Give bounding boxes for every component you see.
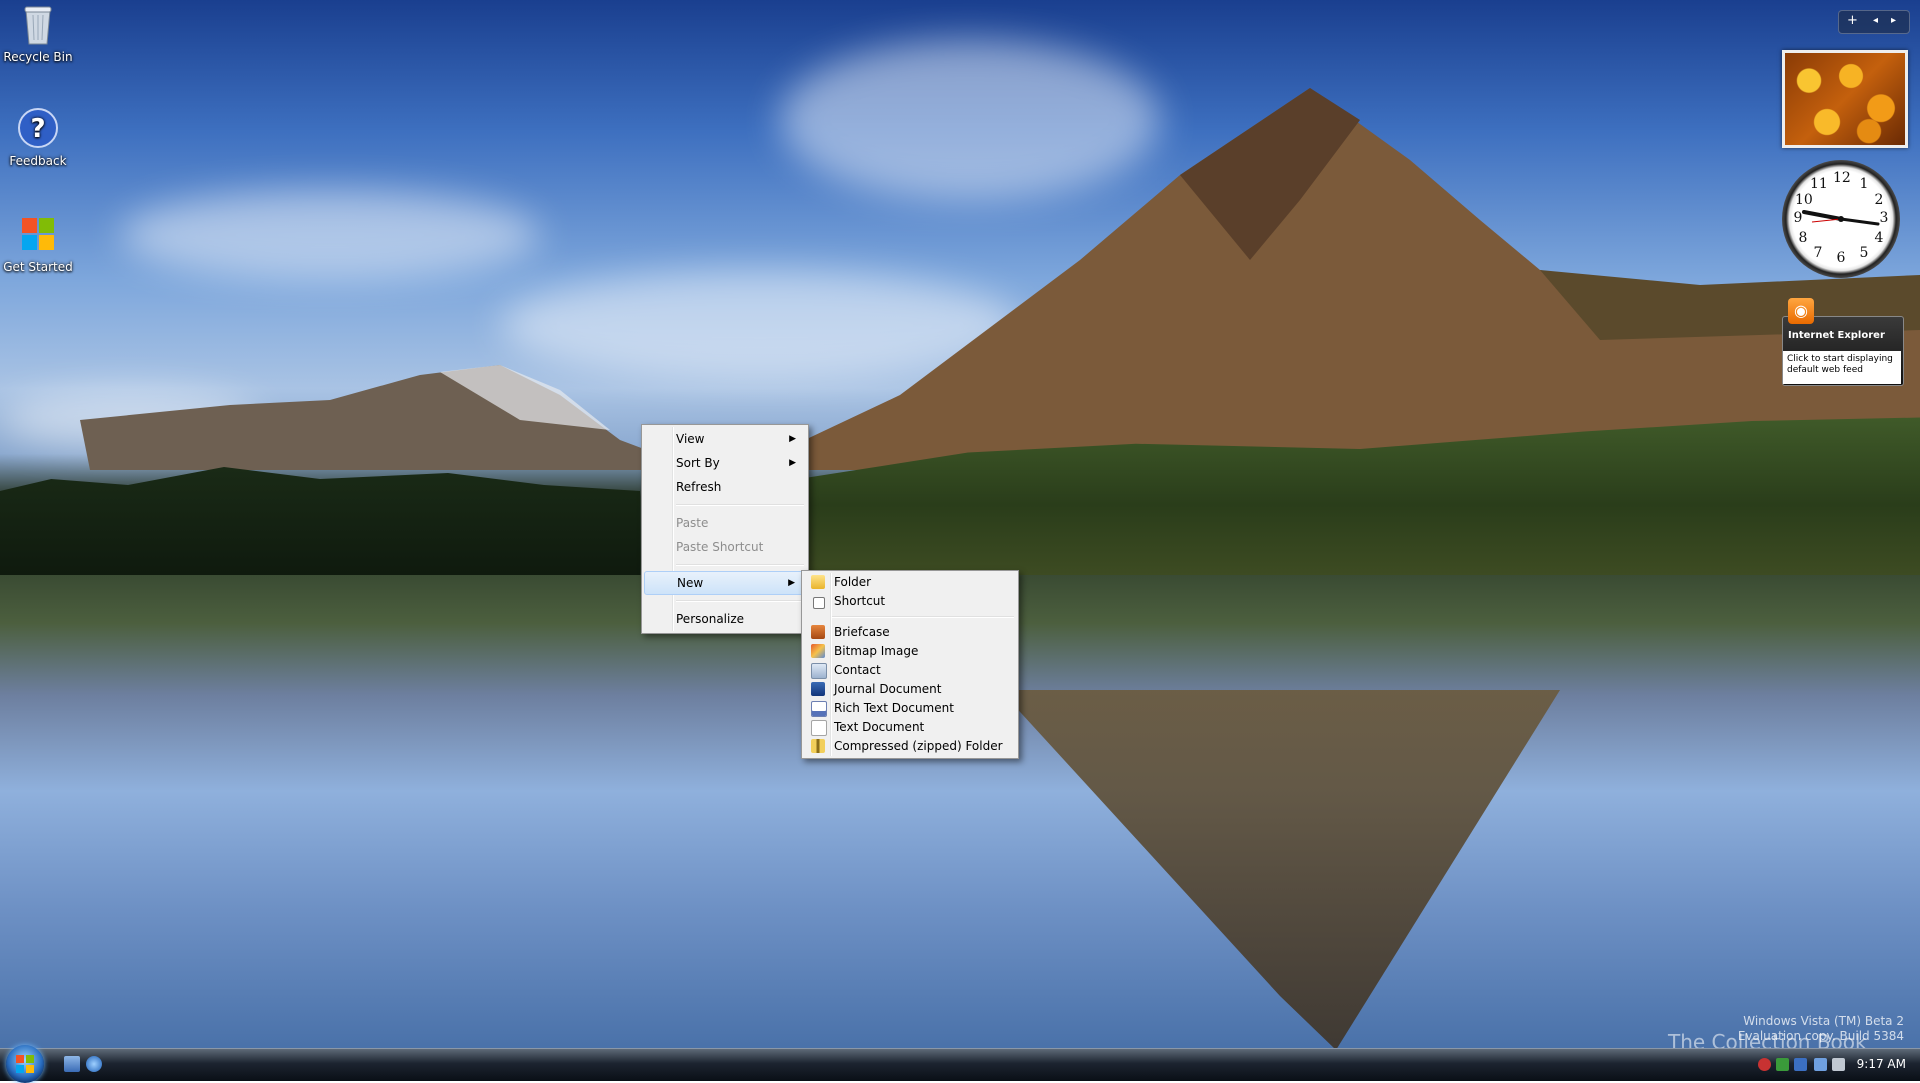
slideshow-gadget[interactable] xyxy=(1782,50,1908,148)
menu-item-paste-shortcut: Paste Shortcut xyxy=(644,535,806,559)
submenu-item-label: Journal Document xyxy=(834,682,942,696)
network-icon[interactable] xyxy=(1794,1058,1807,1071)
menu-separator xyxy=(676,564,804,566)
menu-item-label: Personalize xyxy=(676,612,745,626)
menu-separator xyxy=(676,600,804,602)
briefcase-icon xyxy=(811,625,825,639)
show-desktop-icon[interactable] xyxy=(64,1056,80,1072)
submenu-item-label: Briefcase xyxy=(834,625,890,639)
start-button[interactable] xyxy=(6,1045,44,1083)
menu-item-sort-by[interactable]: Sort By ▶ xyxy=(644,451,806,475)
svg-text:?: ? xyxy=(30,114,45,144)
submenu-item-label: Folder xyxy=(834,575,872,589)
sidebar-next-button[interactable]: ▸ xyxy=(1891,15,1896,26)
menu-item-view[interactable]: View ▶ xyxy=(644,427,806,451)
folder-icon xyxy=(811,575,825,589)
submenu-item-label: Bitmap Image xyxy=(834,644,919,658)
menu-item-new[interactable]: New ▶ xyxy=(644,571,806,595)
submenu-item-rich-text-document[interactable]: Rich Text Document xyxy=(804,699,1016,718)
submenu-item-label: Rich Text Document xyxy=(834,701,954,715)
menu-item-label: New xyxy=(677,576,704,590)
feed-headlines-gadget[interactable]: Internet Explorer Click to start display… xyxy=(1782,298,1904,386)
submenu-item-journal-document[interactable]: Journal Document xyxy=(804,680,1016,699)
monitor-icon[interactable] xyxy=(1814,1058,1827,1071)
submenu-item-contact[interactable]: Contact xyxy=(804,661,1016,680)
rich-text-document-icon xyxy=(811,701,827,717)
windows-logo-icon xyxy=(16,212,60,256)
windows-flag-icon xyxy=(16,1055,34,1073)
journal-document-icon xyxy=(811,682,825,696)
sidebar-controls: + ◂ ▸ xyxy=(1838,10,1910,34)
desktop-icon-feedback[interactable]: ? Feedback xyxy=(0,106,76,168)
text-document-icon xyxy=(811,720,827,736)
clock-hands-icon xyxy=(1802,210,1880,226)
clock-gadget[interactable]: 12 1 2 3 4 5 6 7 8 9 10 11 xyxy=(1782,160,1900,278)
submenu-arrow-icon: ▶ xyxy=(789,458,796,468)
taskbar-clock[interactable]: 9:17 AM xyxy=(1857,1057,1906,1071)
submenu-item-label: Text Document xyxy=(834,720,925,734)
bitmap-image-icon xyxy=(811,644,825,658)
left-mountain xyxy=(80,365,700,470)
contact-icon xyxy=(811,663,827,679)
zipped-folder-icon xyxy=(811,739,825,753)
submenu-item-label: Shortcut xyxy=(834,594,886,608)
sidebar-prev-button[interactable]: ◂ xyxy=(1873,15,1878,26)
menu-item-refresh[interactable]: Refresh xyxy=(644,475,806,499)
desktop-context-menu: View ▶ Sort By ▶ Refresh Paste Paste Sho… xyxy=(641,424,809,634)
submenu-item-compressed-folder[interactable]: Compressed (zipped) Folder xyxy=(804,737,1016,756)
desktop-icon-get-started[interactable]: Get Started xyxy=(0,212,76,274)
watermark-line: Windows Vista (TM) Beta 2 xyxy=(1743,1014,1904,1028)
internet-explorer-icon[interactable] xyxy=(86,1056,102,1072)
desktop-icon-label: Get Started xyxy=(3,260,73,274)
feed-title: Internet Explorer xyxy=(1788,330,1885,341)
submenu-item-folder[interactable]: Folder xyxy=(804,573,1016,592)
submenu-item-text-document[interactable]: Text Document xyxy=(804,718,1016,737)
menu-item-label: Paste xyxy=(676,516,709,530)
security-alert-icon[interactable] xyxy=(1758,1058,1771,1071)
submenu-item-shortcut[interactable]: Shortcut xyxy=(804,592,1016,611)
submenu-arrow-icon: ▶ xyxy=(789,434,796,444)
shortcut-icon xyxy=(813,597,825,609)
taskbar: 9:17 AM xyxy=(0,1045,1920,1083)
submenu-item-label: Compressed (zipped) Folder xyxy=(834,739,1003,753)
menu-item-label: View xyxy=(676,432,705,446)
desktop-icon-recycle-bin[interactable]: Recycle Bin xyxy=(0,2,76,64)
menu-item-label: Paste Shortcut xyxy=(676,540,764,554)
system-tray: 9:17 AM xyxy=(1720,1049,1920,1081)
menu-item-personalize[interactable]: Personalize xyxy=(644,607,806,631)
submenu-item-briefcase[interactable]: Briefcase xyxy=(804,623,1016,642)
feed-panel: Internet Explorer Click to start display… xyxy=(1782,316,1904,386)
menu-separator xyxy=(832,616,1014,618)
feed-message[interactable]: Click to start displaying default web fe… xyxy=(1783,351,1901,384)
add-gadget-button[interactable]: + xyxy=(1847,13,1858,28)
submenu-item-bitmap-image[interactable]: Bitmap Image xyxy=(804,642,1016,661)
help-icon: ? xyxy=(16,106,60,150)
submenu-arrow-icon: ▶ xyxy=(788,578,795,588)
menu-separator xyxy=(676,504,804,506)
new-submenu: Folder Shortcut Briefcase Bitmap Image C… xyxy=(801,570,1019,759)
volume-icon[interactable] xyxy=(1832,1058,1845,1071)
menu-item-paste: Paste xyxy=(644,511,806,535)
recycle-bin-icon xyxy=(16,2,60,46)
menu-item-label: Sort By xyxy=(676,456,720,470)
desktop-background[interactable]: Recycle Bin ? Feedback Get Started xyxy=(0,0,1920,1080)
desktop-icon-label: Feedback xyxy=(9,154,67,168)
desktop-icon-label: Recycle Bin xyxy=(3,50,73,64)
submenu-item-label: Contact xyxy=(834,663,881,677)
menu-item-label: Refresh xyxy=(676,480,722,494)
shield-icon[interactable] xyxy=(1776,1058,1789,1071)
rss-icon: ◉ xyxy=(1788,298,1814,324)
